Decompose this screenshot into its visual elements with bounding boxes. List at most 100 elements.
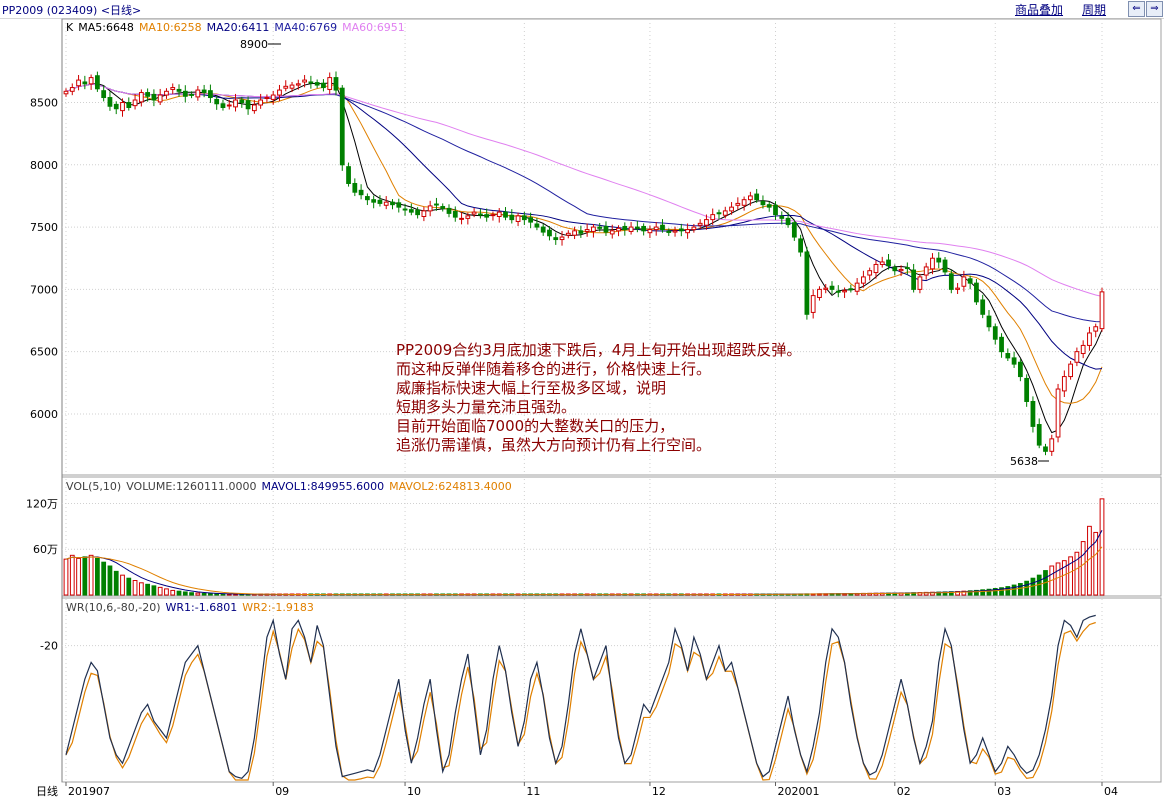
candle-body xyxy=(810,295,816,313)
candle-body xyxy=(892,267,898,272)
volume-bar xyxy=(1017,583,1023,596)
candle-body xyxy=(540,226,546,233)
candle-body xyxy=(729,206,734,212)
candle-body xyxy=(741,199,747,206)
candle-body xyxy=(754,193,760,201)
candle-body xyxy=(923,266,929,276)
volume-bar xyxy=(1011,584,1017,596)
futures-chart[interactable]: 8500 8000 7500 7000 6500 6000 120万 60万 -20 K MA5:… xyxy=(0,0,1164,800)
candle-body xyxy=(302,79,307,83)
volume-legend: VOL(5,10) VOLUME:1260111.0000 MAVOL1:84995… xyxy=(66,480,512,493)
x-tick-label: 12 xyxy=(652,785,666,798)
candle-body xyxy=(189,93,194,96)
candle-body xyxy=(277,89,282,96)
candle-body xyxy=(496,211,502,217)
wr-legend: WR(10,6,-80,-20) WR1:-1.6801 WR2:-1.9183 xyxy=(66,601,314,614)
volume-bar xyxy=(88,554,94,596)
candle-body xyxy=(377,199,383,204)
price-panel-frame xyxy=(61,18,1162,476)
candle-body xyxy=(383,201,389,206)
candle-body xyxy=(528,217,534,223)
volume-bar xyxy=(1055,562,1061,596)
legend-entry: MA5:6648 xyxy=(78,21,134,34)
annotation-line: PP2009合约3月底加速下跌后，4月上旬开始出现超跌反弹。 xyxy=(396,341,801,359)
price-tick-label: 8500 xyxy=(30,97,58,110)
candle-body xyxy=(974,282,979,303)
candle-body xyxy=(760,201,766,206)
candle-body xyxy=(352,182,358,193)
volume-bar xyxy=(189,592,194,596)
candle-body xyxy=(942,259,948,273)
volume-bars xyxy=(63,498,1105,596)
volume-tick-label: 60万 xyxy=(33,543,58,556)
candle-body xyxy=(308,81,314,84)
candle-body xyxy=(785,217,791,226)
candle-body xyxy=(1036,424,1042,446)
candle-body xyxy=(170,87,176,90)
legend-entry: VOLUME:1260111.0000 xyxy=(126,480,256,493)
candle-body xyxy=(333,77,339,91)
high-price-label: 8900 xyxy=(240,38,268,51)
candle-body xyxy=(364,196,370,201)
candle-body xyxy=(157,94,163,103)
candle-body xyxy=(402,208,408,211)
candle-body xyxy=(1087,332,1092,346)
x-tick-label: 201907 xyxy=(68,785,110,798)
candle-body xyxy=(1068,363,1073,378)
volume-bar xyxy=(151,585,157,596)
volume-bar xyxy=(132,580,138,596)
legend-entry: MA10:6258 xyxy=(139,21,202,34)
volume-bar xyxy=(195,592,201,596)
candle-body xyxy=(930,257,935,270)
mavol2-line xyxy=(65,546,1103,596)
candle-body xyxy=(773,204,778,216)
candle-body xyxy=(955,287,960,290)
candle-body xyxy=(214,98,220,105)
candle-body xyxy=(779,215,785,219)
price-tick-label: 7500 xyxy=(30,221,58,234)
candle-body xyxy=(245,100,251,110)
x-tick-label: 202001 xyxy=(778,785,820,798)
legend-entry: MA40:6769 xyxy=(274,21,337,34)
candle-body xyxy=(314,82,320,86)
volume-bar xyxy=(1080,541,1086,596)
price-tick-label: 8000 xyxy=(30,159,58,172)
candle-body xyxy=(716,212,722,215)
candle-body xyxy=(484,214,490,218)
candle-body xyxy=(848,288,854,291)
annotation-line: 追涨仍需谨慎，虽然大方向预计仍有上行空间。 xyxy=(396,436,711,454)
volume-bar xyxy=(126,577,132,596)
candle-body xyxy=(936,257,942,263)
volume-bar xyxy=(107,565,113,596)
candle-body xyxy=(647,229,653,234)
candle-body xyxy=(478,213,483,216)
candle-body xyxy=(434,203,439,206)
candle-body xyxy=(980,299,986,315)
candle-body xyxy=(503,211,508,218)
legend-entry: MA60:6951 xyxy=(342,21,405,34)
candle-body xyxy=(1017,361,1023,378)
candlesticks xyxy=(63,71,1105,456)
volume-bar xyxy=(176,590,182,596)
candle-body xyxy=(735,202,741,206)
candle-body xyxy=(107,97,113,107)
candle-body xyxy=(120,102,125,112)
candle-body xyxy=(521,215,527,221)
candle-body xyxy=(251,104,257,112)
candle-body xyxy=(283,85,289,89)
x-tick-label: 11 xyxy=(526,785,540,798)
candle-body xyxy=(911,269,917,290)
candle-body xyxy=(145,92,151,97)
candle-body xyxy=(1011,357,1017,365)
annotation-line: 威廉指标快速大幅上行至极多区域，说明 xyxy=(396,379,666,397)
candle-body xyxy=(490,214,496,217)
candle-body xyxy=(653,226,659,231)
legend-entry: MAVOL2:624813.4000 xyxy=(389,480,512,493)
candle-body xyxy=(126,102,132,108)
candle-body xyxy=(233,99,238,108)
candle-body xyxy=(591,226,596,232)
candle-body xyxy=(867,270,873,276)
x-tick-label: 03 xyxy=(997,785,1011,798)
candle-body xyxy=(817,288,822,298)
candle-body xyxy=(201,89,207,94)
